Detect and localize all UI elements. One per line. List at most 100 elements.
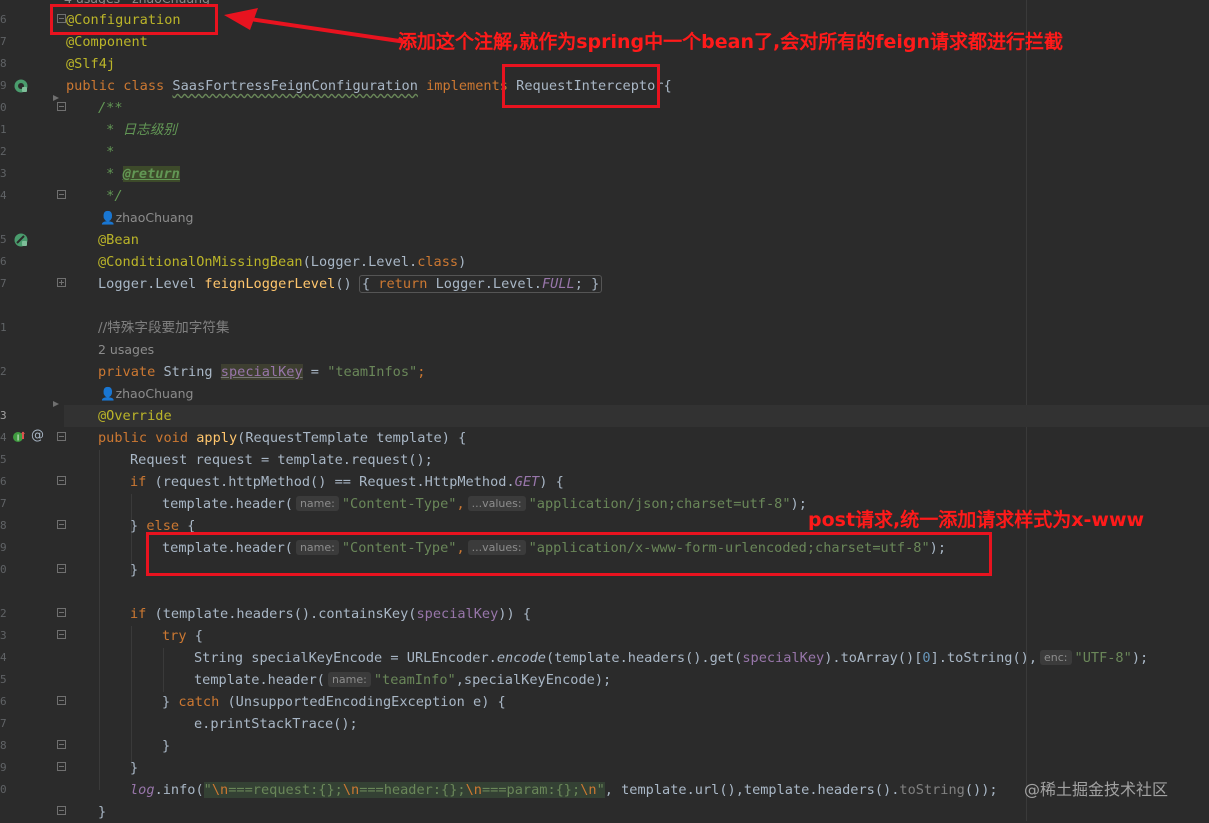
keyword: if bbox=[130, 474, 147, 490]
code-text: , bbox=[456, 496, 465, 512]
fold-marker-icon[interactable] bbox=[57, 762, 66, 771]
number-literal: 0 bbox=[922, 650, 931, 666]
current-line-highlight bbox=[64, 405, 1209, 427]
fold-marker-icon[interactable] bbox=[52, 94, 60, 102]
keyword: try bbox=[162, 628, 187, 644]
string-literal: "teamInfo" bbox=[373, 672, 456, 688]
fold-marker-icon[interactable] bbox=[57, 608, 66, 617]
fold-marker-icon[interactable] bbox=[57, 476, 66, 485]
code-line: if (template.headers().containsKey(speci… bbox=[130, 603, 531, 625]
code-line: * 日志级别 bbox=[98, 119, 177, 141]
usage-hint[interactable]: 2 usages bbox=[98, 339, 154, 361]
svg-text:I: I bbox=[17, 434, 19, 443]
log-field[interactable]: log bbox=[130, 782, 155, 798]
line-number: 0 bbox=[0, 101, 7, 114]
fold-marker-icon[interactable] bbox=[57, 102, 66, 111]
code-line: e.printStackTrace(); bbox=[194, 716, 358, 732]
fold-marker-icon[interactable] bbox=[57, 432, 66, 441]
code-text: } bbox=[130, 518, 147, 534]
author-hint[interactable]: 👤zhaoChuang bbox=[100, 207, 193, 229]
code-text: )) { bbox=[498, 606, 532, 622]
line-number: 3 bbox=[0, 167, 7, 180]
code-line: Request request = template.request(); bbox=[130, 449, 433, 471]
line-number: 9 bbox=[0, 541, 7, 554]
fold-marker-icon[interactable] bbox=[57, 520, 66, 529]
fold-marker-icon[interactable] bbox=[57, 740, 66, 749]
fold-marker-icon[interactable] bbox=[57, 630, 66, 639]
fold-marker-icon[interactable] bbox=[57, 806, 66, 815]
implements-method-gutter-icon[interactable]: I bbox=[12, 430, 26, 444]
string-literal: "UTF-8" bbox=[1074, 650, 1132, 666]
class-name[interactable]: SaasFortressFeignConfiguration bbox=[172, 78, 418, 94]
folded-body[interactable]: { return Logger.Level.FULL; } bbox=[358, 275, 603, 293]
interface-highlight-box bbox=[502, 64, 660, 108]
code-text: ) bbox=[458, 254, 467, 270]
string-literal: "teamInfos" bbox=[327, 364, 418, 380]
keyword: public void bbox=[98, 430, 197, 446]
code-text: ); bbox=[1131, 650, 1149, 666]
user-icon: 👤 bbox=[100, 386, 116, 401]
field-name[interactable]: specialKey bbox=[220, 364, 303, 380]
configuration-highlight-box bbox=[50, 4, 218, 35]
line-number: 2 bbox=[0, 145, 7, 158]
bean-method-gutter-icon[interactable] bbox=[13, 232, 29, 248]
field-ref[interactable]: specialKey bbox=[416, 606, 498, 622]
code-line: @Slf4j bbox=[66, 56, 116, 72]
string-literal: " bbox=[203, 782, 212, 798]
code-text: (template.headers().containsKey( bbox=[146, 606, 417, 622]
line-number: 6 bbox=[0, 475, 7, 488]
line-number: 8 bbox=[0, 519, 7, 532]
string-literal: "application/json;charset=utf-8" bbox=[528, 496, 791, 512]
param-hint: ...values: bbox=[467, 496, 526, 511]
line-number: 0 bbox=[0, 563, 7, 576]
code-text: ; bbox=[417, 364, 426, 380]
bean-gutter-icon[interactable] bbox=[13, 78, 29, 94]
code-line: } bbox=[162, 738, 171, 754]
code-text: Logger.Level bbox=[98, 276, 205, 292]
keyword: private bbox=[98, 364, 164, 380]
code-line: } catch (UnsupportedEncodingException e)… bbox=[162, 691, 506, 713]
string-literal: ===header:{}; bbox=[359, 782, 466, 798]
field-ref[interactable]: specialKey bbox=[742, 650, 824, 666]
fold-marker-icon[interactable] bbox=[57, 696, 66, 705]
fold-marker-icon[interactable] bbox=[57, 564, 66, 573]
code-text: { bbox=[186, 628, 203, 644]
code-line: * bbox=[98, 144, 115, 160]
line-number: 7 bbox=[0, 717, 7, 730]
code-text: ) { bbox=[539, 474, 564, 490]
annotation: @ConditionalOnMissingBean bbox=[98, 254, 303, 270]
comment: //特殊字段要加字符集 bbox=[98, 320, 230, 336]
line-number: 5 bbox=[0, 233, 7, 246]
doc-return-tag: @return bbox=[122, 166, 180, 182]
indent-guide bbox=[131, 626, 132, 766]
pointer-arrow-icon bbox=[224, 8, 407, 44]
author-hint[interactable]: 👤zhaoChuang bbox=[100, 383, 193, 405]
code-text: (Logger.Level. bbox=[302, 254, 418, 270]
fold-marker-icon[interactable] bbox=[52, 400, 60, 408]
static-method[interactable]: encode bbox=[497, 650, 546, 666]
param-hint: name: bbox=[327, 672, 371, 687]
watermark: @稀土掘金技术社区 bbox=[1024, 780, 1169, 799]
line-number: 4 bbox=[0, 651, 7, 664]
code-text: template.header( bbox=[194, 672, 325, 688]
line-number: 4 bbox=[0, 189, 7, 202]
escape-seq: \n bbox=[211, 782, 229, 798]
line-number: 5 bbox=[0, 673, 7, 686]
string-literal: ===request:{}; bbox=[228, 782, 343, 798]
fold-marker-icon[interactable] bbox=[57, 190, 66, 199]
code-text: ()); bbox=[964, 782, 998, 798]
fold-marker-icon[interactable] bbox=[57, 278, 66, 287]
code-text: template.header( bbox=[162, 496, 293, 512]
line-number: 3 bbox=[0, 409, 7, 422]
code-line: } bbox=[130, 562, 139, 578]
escape-seq: \n bbox=[580, 782, 597, 798]
method-name[interactable]: apply bbox=[196, 430, 237, 446]
code-line: public void apply(RequestTemplate templa… bbox=[98, 427, 466, 449]
method-name[interactable]: feignLoggerLevel bbox=[204, 276, 335, 292]
line-number: 6 bbox=[0, 13, 7, 26]
override-at-icon[interactable]: @ bbox=[31, 428, 44, 443]
user-icon: 👤 bbox=[100, 210, 116, 225]
escape-seq: \n bbox=[342, 782, 360, 798]
code-line: @Override bbox=[98, 408, 172, 424]
string-literal: ===param:{}; bbox=[481, 782, 581, 798]
